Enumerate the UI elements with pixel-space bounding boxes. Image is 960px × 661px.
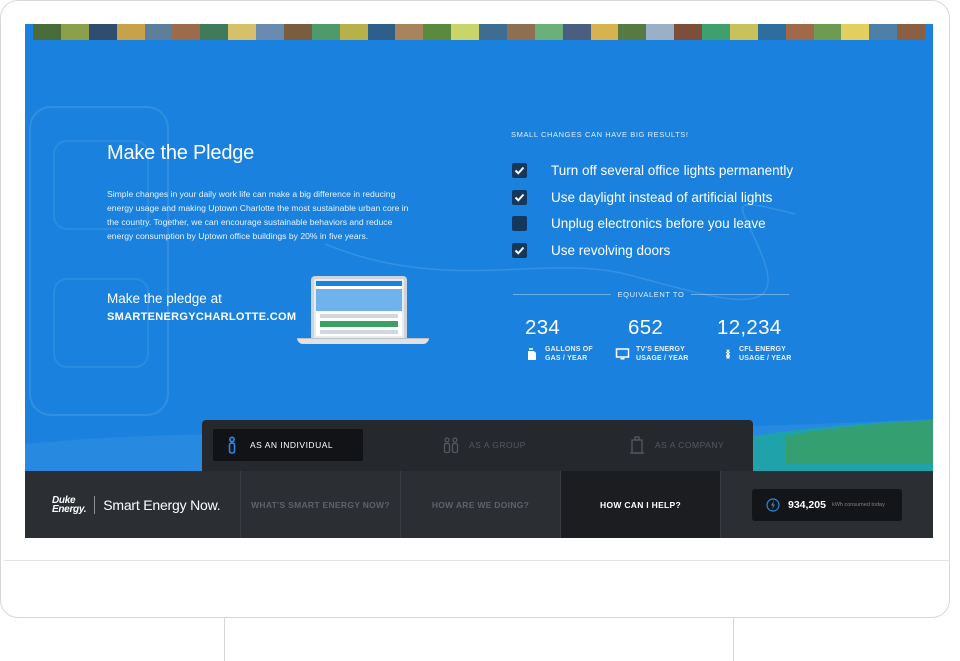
stat-value: 652	[628, 316, 664, 339]
nav-how-can-i-help[interactable]: HOW CAN I HELP?	[561, 471, 721, 538]
checkbox[interactable]	[512, 162, 527, 178]
equivalent-label: EQUIVALENT TO	[617, 290, 685, 299]
energy-counter-area: 934,205 kWh consumed today	[721, 471, 933, 538]
energy-counter: 934,205 kWh consumed today	[752, 488, 902, 521]
brand-divider	[94, 495, 96, 514]
tab-label: AS AN INDIVIDUAL	[250, 440, 334, 450]
stat-label-line2: GAS / YEAR	[545, 354, 588, 362]
energy-counter-label: kWh consumed today	[831, 501, 885, 508]
checkmark-icon	[514, 166, 525, 175]
duke-energy-logo: Duke Energy.	[52, 494, 87, 515]
stat-label-line1: CFL ENERGY	[739, 346, 786, 353]
stat-value: 234	[525, 316, 561, 339]
pledge-description: Simple changes in your daily work life c…	[107, 189, 409, 241]
checkbox[interactable]	[512, 242, 527, 258]
bottom-navigation: Duke Energy. Smart Energy Now. WHAT'S SM…	[25, 471, 933, 538]
stat-label-line1: GALLONS OF	[545, 346, 593, 353]
checklist-heading: SMALL CHANGES CAN HAVE BIG RESULTS!	[511, 130, 689, 139]
checkbox[interactable]	[512, 189, 527, 205]
person-icon	[228, 436, 236, 454]
tab-label: AS A GROUP	[469, 440, 526, 450]
tab-as-individual[interactable]: AS AN INDIVIDUAL	[213, 429, 363, 461]
energy-counter-value: 934,205	[788, 498, 826, 511]
cfl-bulb-icon	[725, 349, 731, 359]
kiosk-stand-left	[224, 618, 225, 661]
checklist-item[interactable]: Turn off several office lights permanent…	[512, 157, 793, 184]
tv-icon	[615, 348, 630, 360]
checkmark-icon	[514, 246, 525, 255]
stat-label-line2: USAGE / YEAR	[739, 354, 792, 362]
divider	[513, 294, 611, 295]
gas-can-icon	[528, 348, 536, 360]
tab-as-company[interactable]: AS A COMPANY	[628, 429, 724, 461]
checklist-item-label: Use revolving doors	[551, 242, 671, 258]
stat-gallons-gas: 234 GALLONS OF GAS / YEAR	[525, 316, 593, 363]
brand-name: Smart Energy Now.	[103, 496, 221, 513]
checklist-item-label: Use daylight instead of artificial light…	[551, 189, 773, 205]
checklist-item[interactable]: Use daylight instead of artificial light…	[512, 184, 793, 211]
tab-label: AS A COMPANY	[655, 440, 725, 450]
checklist-item-label: Unplug electronics before you leave	[551, 216, 766, 232]
nav-how-are-we-doing[interactable]: HOW ARE WE DOING?	[401, 471, 561, 538]
stat-label-line1: TV'S ENERGY	[636, 346, 685, 353]
checklist-item[interactable]: Use revolving doors	[512, 237, 793, 264]
group-icon	[443, 437, 459, 454]
nav-whats-smart-energy-now[interactable]: WHAT'S SMART ENERGY NOW?	[241, 471, 401, 538]
kiosk-bezel	[4, 560, 950, 618]
checkmark-icon	[514, 193, 525, 202]
pledge-website-link[interactable]: SMARTENERGYCHARLOTTE.COM	[107, 311, 296, 323]
laptop-illustration	[297, 276, 429, 346]
checklist-item[interactable]: Unplug electronics before you leave	[512, 210, 793, 237]
stat-label-line2: USAGE / YEAR	[636, 354, 689, 362]
stat-cfl-energy: 12,234 CFL ENERGY USAGE / YEAR	[717, 316, 791, 363]
checkbox[interactable]	[512, 216, 527, 232]
pledge-title: Make the Pledge	[107, 142, 255, 164]
stat-value: 12,234	[717, 316, 782, 339]
kiosk-stand-right	[733, 618, 734, 661]
stat-tv-energy: 652 TV'S ENERGY USAGE / YEAR	[614, 316, 688, 363]
pledge-cta-text: Make the pledge at	[107, 291, 222, 306]
building-icon	[630, 436, 644, 454]
checklist-item-label: Turn off several office lights permanent…	[551, 162, 794, 178]
divider	[691, 294, 789, 295]
tab-as-group[interactable]: AS A GROUP	[442, 429, 526, 461]
audience-tab-bar: AS AN INDIVIDUAL AS A GROUP AS A COMPANY	[202, 420, 753, 472]
brand-block[interactable]: Duke Energy. Smart Energy Now.	[25, 471, 241, 538]
lightning-icon	[766, 497, 780, 512]
pledge-checklist: Turn off several office lights permanent…	[512, 157, 793, 264]
kiosk-screen: Make the Pledge Simple changes in your d…	[25, 24, 933, 538]
